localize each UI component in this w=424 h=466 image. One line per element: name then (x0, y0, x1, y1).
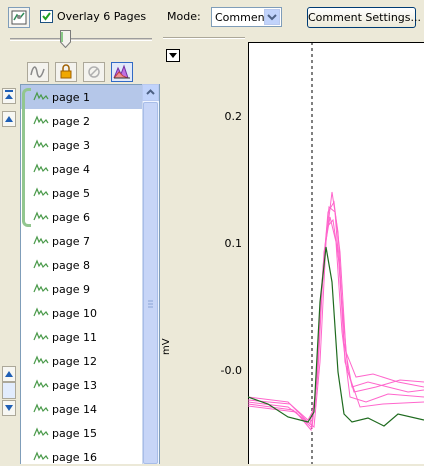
page-label: page 8 (52, 259, 90, 272)
overlay-trace (248, 218, 424, 421)
page-label: page 12 (52, 355, 97, 368)
arrow-up-icon (5, 371, 13, 377)
list-item[interactable]: page 16 (21, 445, 143, 464)
list-item[interactable]: page 5 (21, 181, 143, 205)
plot-menu-button[interactable] (166, 49, 180, 62)
waveform-icon (33, 450, 49, 462)
no-entry-button[interactable] (83, 62, 105, 82)
list-item[interactable]: page 3 (21, 133, 143, 157)
page-label: page 7 (52, 235, 90, 248)
waveform-icon (33, 234, 49, 246)
list-item[interactable]: page 1 (21, 85, 143, 109)
waveform-icon (33, 402, 49, 414)
page-label: page 4 (52, 163, 90, 176)
chart-overlay-button[interactable] (111, 62, 133, 82)
current-trace (248, 246, 424, 427)
waveform-tool-icon (30, 66, 45, 78)
list-item[interactable]: page 9 (21, 277, 143, 301)
mode-label: Mode: (167, 10, 201, 23)
waveform-icon (33, 186, 49, 198)
separator (163, 37, 245, 39)
lock-button[interactable] (55, 62, 77, 82)
list-item[interactable]: page 15 (21, 421, 143, 445)
page-label: page 3 (52, 139, 90, 152)
mode-value: Comment (215, 11, 269, 24)
y-tick-label: 0.1 (224, 237, 243, 250)
scroll-down-button[interactable] (2, 400, 16, 416)
list-item[interactable]: page 14 (21, 397, 143, 421)
waveform-icon (33, 162, 49, 174)
scroll-up-button[interactable] (2, 366, 16, 382)
first-page-button[interactable] (2, 88, 16, 104)
overlay-group-bracket (22, 88, 31, 227)
list-item[interactable]: page 12 (21, 349, 143, 373)
list-item[interactable]: page 6 (21, 205, 143, 229)
y-tick-label: 0.2 (224, 110, 243, 123)
waveform-icon (33, 210, 49, 222)
chevron-down-icon[interactable] (264, 9, 280, 25)
chart-overlay-icon (113, 64, 130, 79)
first-page-icon (5, 90, 13, 99)
list-item[interactable]: page 4 (21, 157, 143, 181)
scrollbar-thumb[interactable] (143, 102, 158, 464)
lock-icon (60, 64, 72, 79)
chart-settings-icon[interactable] (8, 7, 30, 28)
no-entry-icon (88, 66, 100, 78)
overlay-slider-thumb[interactable] (60, 30, 72, 49)
list-item[interactable]: page 11 (21, 325, 143, 349)
scrollbar-up-button[interactable] (142, 84, 159, 101)
page-label: page 2 (52, 115, 90, 128)
list-item[interactable]: page 13 (21, 373, 143, 397)
page-label: page 13 (52, 379, 97, 392)
overlay-slider-track[interactable] (10, 38, 152, 41)
waveform-icon (33, 258, 49, 270)
waveform-icon (33, 306, 49, 318)
waveform-tool-button[interactable] (27, 62, 49, 82)
page-label: page 1 (52, 91, 90, 104)
page-list[interactable]: page 1 page 2 page 3 page 4 page 5 page 6 page… (20, 84, 160, 464)
page-label: page 16 (52, 451, 97, 464)
page-label: page 14 (52, 403, 97, 416)
page-label: page 9 (52, 283, 90, 296)
waveform-icon (33, 114, 49, 126)
waveform-icon (33, 330, 49, 342)
waveform-icon (33, 426, 49, 438)
nav-scroll-thumb[interactable] (2, 382, 16, 399)
waveform-icon (33, 90, 49, 102)
page-label: page 10 (52, 307, 97, 320)
page-label: page 15 (52, 427, 97, 440)
overlay-trace (248, 200, 424, 426)
waveform-icon (33, 282, 49, 294)
comment-settings-button[interactable]: Comment Settings... (307, 7, 421, 28)
page-label: page 11 (52, 331, 97, 344)
waveform-icon (33, 354, 49, 366)
overlay-checkbox[interactable] (40, 10, 53, 23)
list-item[interactable]: page 7 (21, 229, 143, 253)
arrow-up-icon (5, 116, 13, 122)
overlay-trace (248, 216, 424, 430)
list-item[interactable]: page 2 (21, 109, 143, 133)
arrow-down-icon (5, 405, 13, 411)
waveform-icon (33, 138, 49, 150)
y-tick-label: -0.0 (220, 364, 242, 377)
list-item[interactable]: page 10 (21, 301, 143, 325)
page-label: page 5 (52, 187, 90, 200)
mode-select[interactable]: Comment (211, 7, 282, 27)
waveform-icon (33, 378, 49, 390)
list-item[interactable]: page 8 (21, 253, 143, 277)
previous-page-button[interactable] (2, 111, 16, 127)
overlay-traces (248, 191, 424, 432)
grip-icon (148, 300, 153, 308)
y-axis-label: mV (161, 338, 172, 355)
chevron-down-icon (169, 53, 177, 58)
overlay-label: Overlay 6 Pages (57, 10, 147, 23)
chevron-up-icon (146, 89, 155, 95)
page-label: page 6 (52, 211, 90, 224)
waveform-plot[interactable] (248, 42, 424, 464)
